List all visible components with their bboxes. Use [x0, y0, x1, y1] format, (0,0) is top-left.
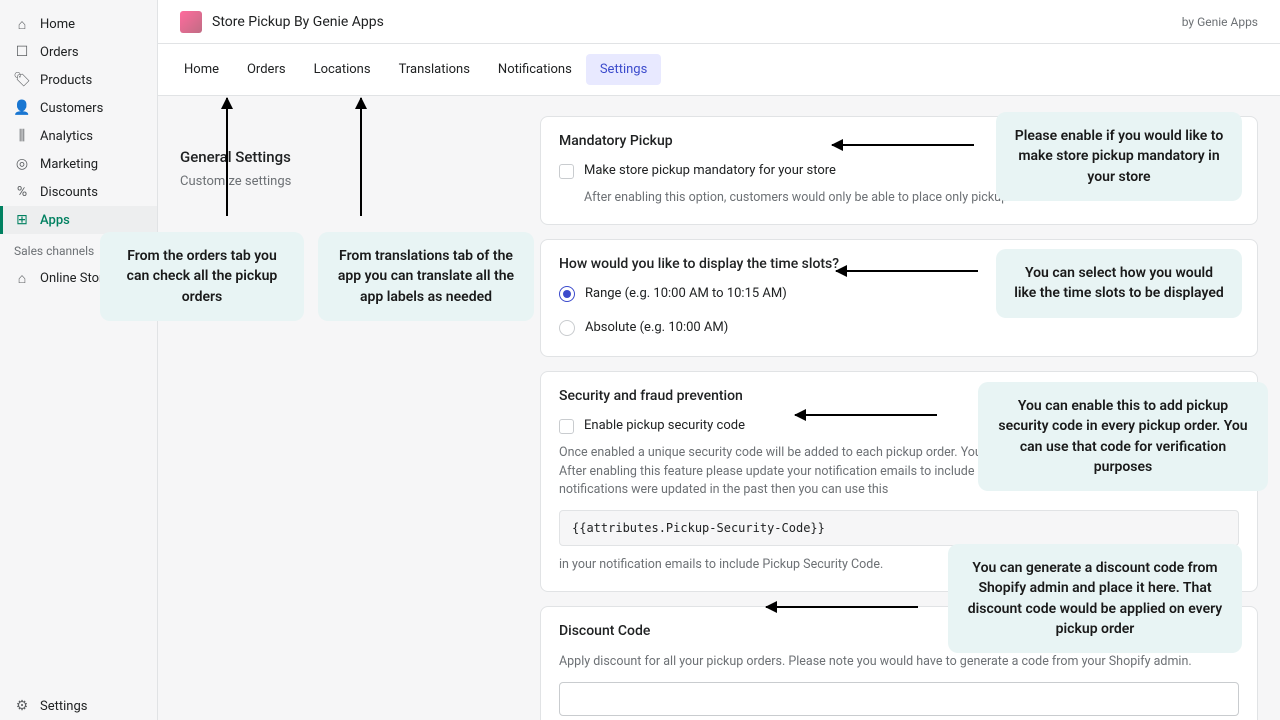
general-settings-sub: Customize settings	[180, 174, 520, 189]
hint-text: Apply discount for all your pickup order…	[559, 653, 1239, 672]
radio-range[interactable]	[559, 286, 575, 302]
sidebar: ⌂ Home ☐ Orders 🏷 Products 👤 Customers ⫼ Anal…	[0, 0, 158, 720]
security-code-snippet: {{attributes.Pickup-Security-Code}}	[559, 510, 1239, 546]
tab-locations[interactable]: Locations	[300, 54, 385, 85]
nav-marketing[interactable]: ◎ Marketing	[0, 150, 157, 178]
arrow-icon	[832, 144, 974, 146]
nav-label: Products	[40, 73, 92, 88]
nav-settings[interactable]: ⚙ Settings	[0, 692, 157, 720]
checkbox-label: Enable pickup security code	[584, 418, 745, 433]
nav-apps[interactable]: ⊞ Apps	[0, 206, 157, 234]
arrow-icon	[766, 606, 918, 608]
callout-mandatory: Please enable if you would like to make …	[996, 112, 1242, 201]
app-header: Store Pickup By Genie Apps by Genie Apps	[158, 0, 1280, 44]
app-logo-icon	[180, 11, 202, 33]
nav-label: Analytics	[40, 129, 93, 144]
tab-bar: Home Orders Locations Translations Notif…	[158, 44, 1280, 96]
arrow-icon	[226, 98, 228, 216]
nav-label: Customers	[40, 101, 103, 116]
security-checkbox[interactable]	[559, 419, 574, 434]
orders-icon: ☐	[14, 44, 30, 60]
discount-code-input[interactable]	[559, 682, 1239, 716]
target-icon: ◎	[14, 156, 30, 172]
nav-label: Apps	[40, 213, 70, 228]
arrow-icon	[836, 270, 978, 272]
chart-icon: ⫼	[14, 128, 30, 144]
tab-settings[interactable]: Settings	[586, 54, 661, 85]
nav-label: Home	[40, 17, 75, 32]
nav-customers[interactable]: 👤 Customers	[0, 94, 157, 122]
arrow-icon	[795, 414, 937, 416]
gear-icon: ⚙	[14, 698, 30, 714]
nav-label: Marketing	[40, 157, 98, 172]
callout-security: You can enable this to add pickup securi…	[978, 382, 1268, 491]
nav-discounts[interactable]: % Discounts	[0, 178, 157, 206]
app-title: Store Pickup By Genie Apps	[212, 14, 384, 30]
radio-absolute[interactable]	[559, 320, 575, 336]
tag-icon: 🏷	[14, 72, 30, 88]
callout-discount: You can generate a discount code from Sh…	[948, 544, 1242, 653]
user-icon: 👤	[14, 100, 30, 116]
nav-home[interactable]: ⌂ Home	[0, 10, 157, 38]
nav-orders[interactable]: ☐ Orders	[0, 38, 157, 66]
percent-icon: %	[14, 184, 30, 200]
general-settings-title: General Settings	[180, 116, 520, 166]
nav-label: Orders	[40, 45, 79, 60]
app-by: by Genie Apps	[1182, 15, 1258, 29]
nav-label: Discounts	[40, 185, 98, 200]
radio-label: Absolute (e.g. 10:00 AM)	[585, 320, 728, 335]
radio-label: Range (e.g. 10:00 AM to 10:15 AM)	[585, 286, 787, 301]
callout-translations-tab: From translations tab of the app you can…	[318, 232, 534, 321]
nav-label: Settings	[40, 699, 87, 714]
tab-orders[interactable]: Orders	[233, 54, 300, 85]
tab-home[interactable]: Home	[170, 54, 233, 85]
nav-products[interactable]: 🏷 Products	[0, 66, 157, 94]
checkbox-label: Make store pickup mandatory for your sto…	[584, 163, 836, 178]
apps-icon: ⊞	[14, 212, 30, 228]
tab-translations[interactable]: Translations	[385, 54, 484, 85]
nav-analytics[interactable]: ⫼ Analytics	[0, 122, 157, 150]
mandatory-checkbox[interactable]	[559, 164, 574, 179]
home-icon: ⌂	[14, 16, 30, 32]
callout-timeslot: You can select how you would like the ti…	[996, 249, 1242, 318]
arrow-icon	[360, 98, 362, 216]
callout-orders-tab: From the orders tab you can check all th…	[100, 232, 304, 321]
tab-notifications[interactable]: Notifications	[484, 54, 586, 85]
store-icon: ⌂	[14, 270, 30, 286]
